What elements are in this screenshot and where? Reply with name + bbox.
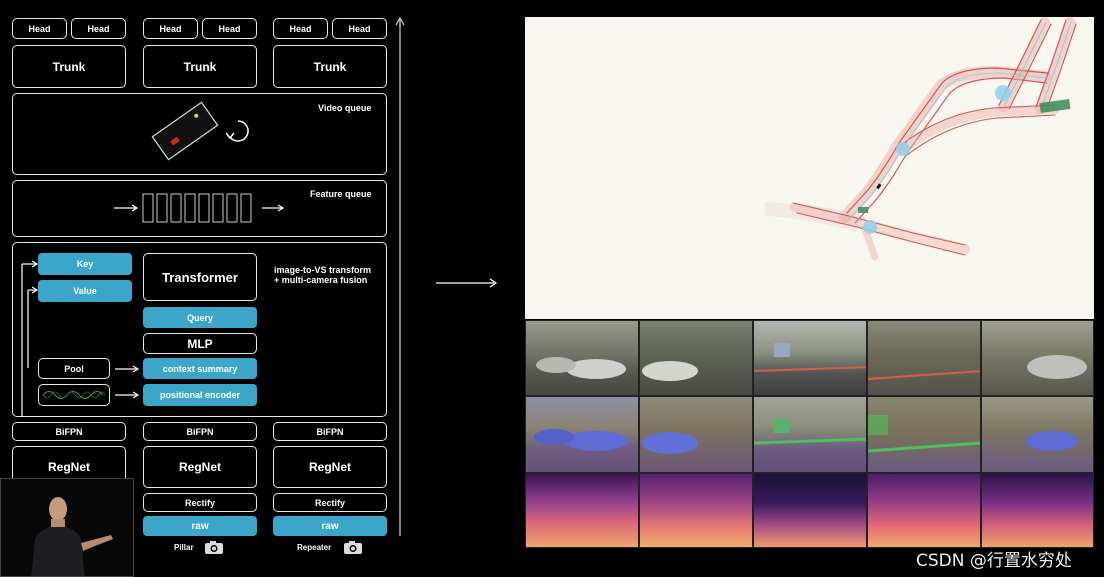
ego-car-rotation-icon [151,101,249,161]
rectify-box-1: Rectify [143,493,257,512]
repeater-label: Repeater [297,543,332,552]
transform-note-line2: + multi-camera fusion [274,275,368,285]
context-summary-box: context summary [143,358,257,379]
camera-seg-3 [753,396,867,473]
upward-flow-arrow [395,16,405,536]
trunk-box-3: Trunk [273,45,387,88]
head-box-1: Head [12,18,67,39]
pillar-label: Pillar [174,543,194,552]
positional-wave-box [38,384,110,406]
mlp-box: MLP [143,333,257,354]
sine-wave-icon [42,391,106,399]
regnet-box-3: RegNet [273,446,387,488]
transform-note-line1: image-to-VS transform [274,265,372,275]
camera-rgb-4 [867,320,981,396]
bifpn-box-1: BiFPN [12,422,126,441]
trunk-box-1: Trunk [12,45,126,88]
road-network-map [525,17,1077,319]
camera-icon [344,541,362,554]
video-queue-label: Video queue [318,103,372,113]
bifpn-box-3: BiFPN [273,422,387,441]
key-box: Key [38,253,132,275]
feature-queue-slots [114,193,285,223]
presenter-figure [1,479,133,576]
rectify-box-2: Rectify [273,493,387,512]
head-box-4: Head [202,18,257,39]
camera-rgb-3 [753,320,867,396]
watermark-text: CSDN @行置水穷处 [916,551,1072,571]
feature-queue-label: Feature queue [310,189,372,199]
positional-encoder-box: positional encoder [143,384,257,406]
trunk-box-2: Trunk [143,45,257,88]
raw-box-2: raw [273,516,387,536]
camera-rgb-1 [525,320,639,396]
pool-arrows [115,365,140,399]
output-arrow [436,278,498,288]
camera-seg-1 [525,396,639,473]
regnet-box-2: RegNet [143,446,257,488]
camera-depth-1 [525,473,639,548]
query-box: Query [143,307,257,328]
raw-box-1: raw [143,516,257,536]
transformer-box: Transformer [143,253,257,301]
camera-depth-3 [753,473,867,548]
head-box-6: Head [332,18,387,39]
bifpn-box-2: BiFPN [143,422,257,441]
presenter-video [0,478,134,577]
pool-box: Pool [38,358,110,379]
camera-seg-4 [867,396,981,473]
camera-seg-5 [981,396,1094,473]
value-box: Value [38,280,132,302]
camera-depth-2 [639,473,753,548]
camera-icon [205,541,223,554]
camera-depth-5 [981,473,1094,548]
camera-depth-4 [867,473,981,548]
head-box-5: Head [273,18,328,39]
head-box-2: Head [71,18,126,39]
camera-rgb-5 [981,320,1094,396]
camera-seg-2 [639,396,753,473]
camera-rgb-2 [639,320,753,396]
vector-space-render [525,17,1094,319]
head-box-3: Head [143,18,198,39]
